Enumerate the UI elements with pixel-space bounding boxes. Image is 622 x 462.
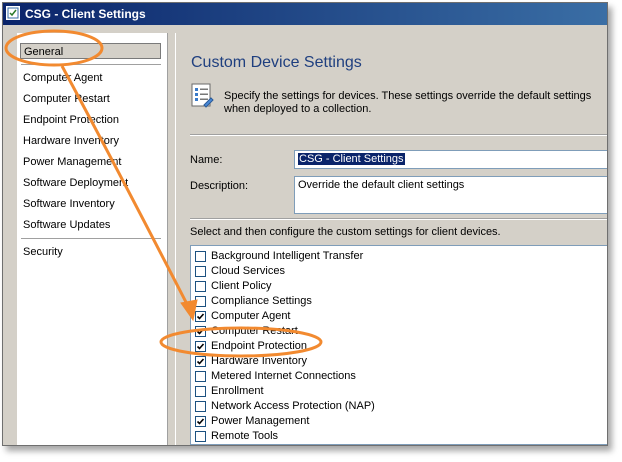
name-field[interactable]: CSG - Client Settings xyxy=(294,150,607,169)
setting-checkbox[interactable] xyxy=(195,281,206,292)
settings-app-icon xyxy=(6,6,20,20)
sidebar-item-computer-agent[interactable]: Computer Agent xyxy=(23,70,103,86)
name-field-value: CSG - Client Settings xyxy=(298,153,405,165)
setting-checkbox[interactable] xyxy=(195,266,206,277)
sidebar-divider xyxy=(21,64,161,65)
settings-info-icon xyxy=(190,83,214,109)
sidebar-item-software-updates[interactable]: Software Updates xyxy=(23,217,110,233)
window-title: CSG - Client Settings xyxy=(25,7,146,21)
setting-label: Remote Tools xyxy=(211,430,279,442)
description-label: Description: xyxy=(190,180,249,192)
setting-label: Compliance Settings xyxy=(211,295,312,307)
setting-checkbox[interactable] xyxy=(195,296,206,307)
section-divider xyxy=(190,218,607,220)
sidebar-item-software-deployment[interactable]: Software Deployment xyxy=(23,175,128,191)
setting-label: Endpoint Protection xyxy=(211,340,308,352)
page-title: Custom Device Settings xyxy=(191,54,362,71)
sidebar: General Computer Agent Computer Restart … xyxy=(17,33,168,445)
setting-checkbox[interactable] xyxy=(195,311,206,322)
sidebar-item-security[interactable]: Security xyxy=(23,244,63,260)
setting-label: Power Management xyxy=(211,415,310,427)
sidebar-item-computer-restart[interactable]: Computer Restart xyxy=(23,91,110,107)
sidebar-item-endpoint-protection[interactable]: Endpoint Protection xyxy=(23,112,119,128)
setting-label: Software Deployment xyxy=(211,444,316,445)
setting-checkbox[interactable] xyxy=(195,416,206,427)
setting-checkbox[interactable] xyxy=(195,401,206,412)
main-panel: Custom Device Settings Specify the setti… xyxy=(175,33,607,445)
setting-label: Network Access Protection (NAP) xyxy=(211,400,375,412)
setting-label: Computer Agent xyxy=(211,310,291,322)
setting-checkbox[interactable] xyxy=(195,251,206,262)
setting-checkbox[interactable] xyxy=(195,356,206,367)
setting-checkbox[interactable] xyxy=(195,386,206,397)
setting-checkbox[interactable] xyxy=(195,341,206,352)
description-field-value: Override the default client settings xyxy=(298,179,465,191)
section-divider xyxy=(190,134,607,136)
settings-checklist: Background Intelligent Transfer Cloud Ser… xyxy=(190,245,607,445)
setting-label: Hardware Inventory xyxy=(211,355,307,367)
setting-label: Computer Restart xyxy=(211,325,298,337)
sidebar-item-power-management[interactable]: Power Management xyxy=(23,154,121,170)
title-bar: CSG - Client Settings xyxy=(3,3,607,25)
sidebar-divider xyxy=(21,238,161,239)
setting-label: Client Policy xyxy=(211,280,272,292)
sidebar-item-general[interactable]: General xyxy=(20,43,161,59)
setting-label: Cloud Services xyxy=(211,265,285,277)
setting-checkbox[interactable] xyxy=(195,326,206,337)
instruction-text: Select and then configure the custom set… xyxy=(190,226,501,238)
setting-label: Enrollment xyxy=(211,385,264,397)
setting-label: Metered Internet Connections xyxy=(211,370,356,382)
description-field[interactable]: Override the default client settings xyxy=(294,176,607,214)
sidebar-item-software-inventory[interactable]: Software Inventory xyxy=(23,196,115,212)
info-text: Specify the settings for devices. These … xyxy=(224,90,592,115)
setting-label: Background Intelligent Transfer xyxy=(211,250,364,262)
name-label: Name: xyxy=(190,154,223,166)
client-settings-window: CSG - Client Settings General Computer A… xyxy=(2,2,608,446)
sidebar-item-hardware-inventory[interactable]: Hardware Inventory xyxy=(23,133,119,149)
setting-checkbox[interactable] xyxy=(195,371,206,382)
setting-checkbox[interactable] xyxy=(195,431,206,442)
